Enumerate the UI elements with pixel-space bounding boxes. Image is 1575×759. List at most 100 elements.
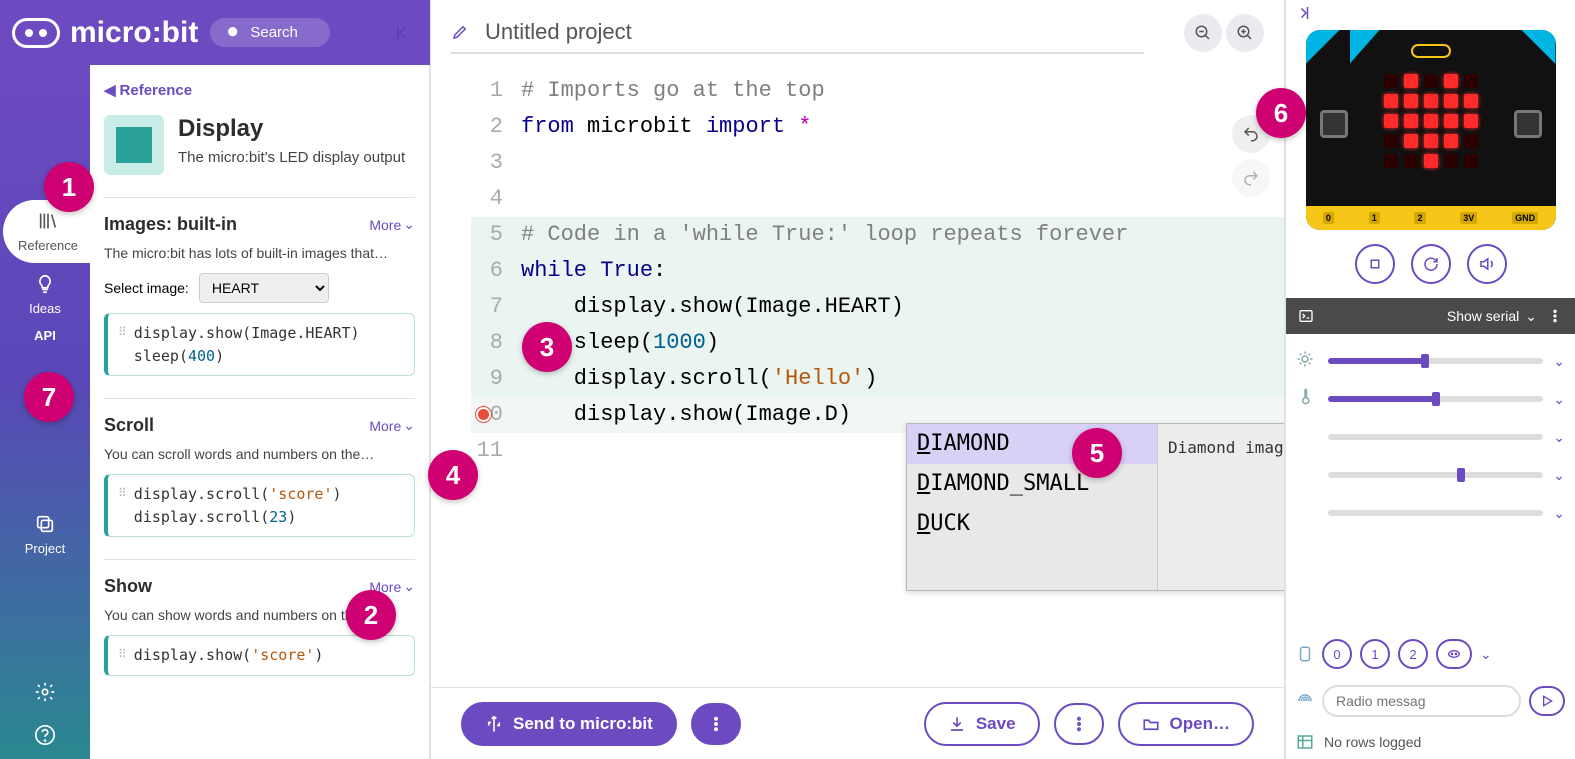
- folder-open-icon: [1142, 715, 1160, 733]
- chevron-down-icon[interactable]: ⌄: [1480, 646, 1492, 663]
- chevron-down-icon[interactable]: ⌄: [1553, 467, 1565, 484]
- select-image-dropdown[interactable]: HEART: [199, 273, 329, 303]
- select-image-label: Select image:: [104, 280, 189, 296]
- display-category-icon: [104, 115, 164, 175]
- rail-label: Project: [25, 541, 65, 556]
- radio-send-button[interactable]: [1529, 686, 1565, 716]
- expand-simulator-button[interactable]: [1294, 4, 1312, 27]
- button-b[interactable]: [1514, 110, 1542, 138]
- stop-button[interactable]: [1355, 244, 1395, 284]
- chevron-down-icon[interactable]: ⌄: [1553, 391, 1565, 408]
- rail-item-ideas[interactable]: Ideas: [0, 263, 90, 326]
- section-more-link[interactable]: More ⌄: [369, 417, 415, 434]
- section-more-link[interactable]: More ⌄: [369, 216, 415, 233]
- autocomplete-item[interactable]: DUCK: [907, 504, 1157, 544]
- drag-handle-icon[interactable]: ⠿: [118, 483, 126, 499]
- pin-pill-1[interactable]: 1: [1360, 639, 1390, 669]
- pin-pill-0[interactable]: 0: [1322, 639, 1352, 669]
- autocomplete-doc: Diamond image.: [1157, 424, 1284, 590]
- speaker-icon: [1478, 255, 1496, 273]
- editor-toolbar: [431, 0, 1284, 65]
- section-description: The micro:bit has lots of built-in image…: [104, 245, 415, 261]
- reference-sidebar: ◀ Reference Display The micro:bit's LED …: [90, 65, 430, 759]
- send-menu-button[interactable]: [691, 703, 741, 745]
- sensor-row[interactable]: ⌄: [1296, 380, 1565, 418]
- search-icon: [226, 25, 242, 41]
- drag-handle-icon[interactable]: ⠿: [118, 322, 126, 338]
- button-label: Open…: [1170, 714, 1230, 734]
- section-images-builtin: Images: built-in More ⌄ The micro:bit ha…: [104, 197, 415, 398]
- serial-label: Show serial: [1447, 308, 1519, 324]
- page-description: The micro:bit's LED display output: [178, 147, 405, 168]
- rail-item-api[interactable]: API: [0, 326, 90, 353]
- drag-handle-icon[interactable]: ⠿: [118, 644, 126, 660]
- collapse-sidebar-button[interactable]: [388, 18, 418, 48]
- section-title: Scroll: [104, 415, 154, 436]
- sensor-row[interactable]: ⌄: [1296, 494, 1565, 532]
- restart-button[interactable]: [1411, 244, 1451, 284]
- chevron-down-icon: ⌄: [1525, 308, 1537, 325]
- section-description: You can scroll words and numbers on the…: [104, 446, 415, 462]
- search-input[interactable]: Search: [210, 18, 330, 47]
- breadcrumb-back[interactable]: ◀ Reference: [104, 81, 415, 99]
- page-title: Display: [178, 115, 405, 143]
- sensor-row[interactable]: ⌄: [1296, 456, 1565, 494]
- mute-button[interactable]: [1467, 244, 1507, 284]
- lightbulb-icon: [34, 273, 56, 295]
- sensor-row[interactable]: ⌄: [1296, 342, 1565, 380]
- annotation-callout-1: 1: [44, 162, 94, 212]
- button-a[interactable]: [1320, 110, 1348, 138]
- search-placeholder: Search: [250, 24, 298, 41]
- project-title-input[interactable]: [483, 18, 1144, 46]
- rail-label: Ideas: [29, 301, 61, 316]
- annotation-callout-3: 3: [522, 322, 572, 372]
- gear-icon: [34, 681, 56, 703]
- code-snippet-images[interactable]: ⠿ display.show(Image.HEART) sleep(400): [104, 313, 415, 376]
- pin-pills-row: 0 1 2 ⌄: [1286, 631, 1575, 677]
- led-grid: [1384, 74, 1478, 168]
- rail-item-project[interactable]: Project: [0, 503, 90, 566]
- data-log-row[interactable]: No rows logged: [1286, 725, 1575, 759]
- pin-pill-2[interactable]: 2: [1398, 639, 1428, 669]
- redo-icon: [1242, 169, 1260, 187]
- radio-message-input[interactable]: [1322, 685, 1521, 717]
- annotation-callout-2: 2: [346, 590, 396, 640]
- zoom-in-button[interactable]: [1226, 14, 1264, 52]
- code-editor[interactable]: 1# Imports go at the top2from microbit i…: [471, 65, 1284, 687]
- button-label: Send to micro:bit: [513, 714, 653, 734]
- save-menu-button[interactable]: [1054, 703, 1104, 745]
- log-label: No rows logged: [1324, 734, 1421, 750]
- annotation-callout-6: 6: [1256, 88, 1306, 138]
- serial-toggle[interactable]: Show serial ⌄: [1286, 298, 1575, 334]
- pin-pill-logo[interactable]: [1436, 639, 1472, 669]
- edge-connector[interactable]: 0123VGND: [1306, 206, 1556, 230]
- code-snippet-scroll[interactable]: ⠿ display.scroll('score') display.scroll…: [104, 474, 415, 537]
- more-vertical-icon[interactable]: [1547, 308, 1563, 324]
- refresh-icon: [1422, 255, 1440, 273]
- section-title: Images: built-in: [104, 214, 237, 235]
- chevron-down-icon[interactable]: ⌄: [1553, 353, 1565, 370]
- annotation-callout-5: 5: [1072, 428, 1122, 478]
- settings-button[interactable]: [34, 681, 56, 706]
- open-button[interactable]: Open…: [1118, 702, 1254, 746]
- chevron-down-icon[interactable]: ⌄: [1553, 505, 1565, 522]
- send-to-microbit-button[interactable]: Send to micro:bit: [461, 702, 677, 746]
- microbit-simulator[interactable]: 0123VGND: [1306, 30, 1556, 230]
- edit-icon[interactable]: [451, 23, 469, 41]
- section-title: Show: [104, 576, 152, 597]
- code-snippet-show[interactable]: ⠿ display.show('score'): [104, 635, 415, 676]
- save-button[interactable]: Save: [924, 702, 1040, 746]
- rail-label: Reference: [18, 238, 78, 253]
- sensor-list: ⌄ ⌄ ⌄ ⌄ ⌄: [1286, 334, 1575, 631]
- autocomplete-item[interactable]: DIAMOND_SMALL: [907, 464, 1157, 504]
- more-vertical-icon: [1070, 715, 1088, 733]
- copy-icon: [34, 513, 56, 535]
- redo-button[interactable]: [1232, 159, 1270, 197]
- action-bar: Send to micro:bit Save Open…: [431, 687, 1284, 759]
- sensor-row[interactable]: ⌄: [1296, 418, 1565, 456]
- zoom-out-button[interactable]: [1184, 14, 1222, 52]
- chevron-down-icon[interactable]: ⌄: [1553, 429, 1565, 446]
- help-button[interactable]: [34, 724, 56, 749]
- chevron-down-icon: ⌄: [403, 417, 415, 434]
- error-marker-icon[interactable]: [476, 407, 491, 422]
